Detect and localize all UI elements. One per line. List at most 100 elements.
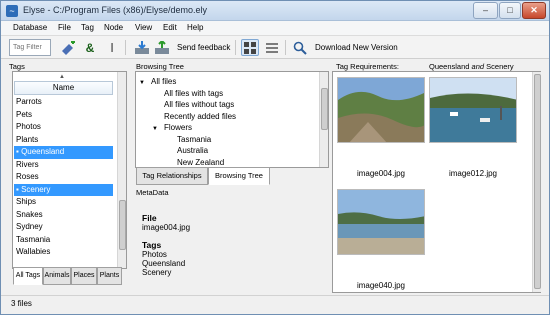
- tag-list-item[interactable]: ▪ Scenery: [14, 183, 113, 196]
- scrollbar-thumb[interactable]: [119, 200, 126, 250]
- file-name[interactable]: image040.jpg: [337, 281, 425, 290]
- menu-help[interactable]: Help: [187, 23, 203, 32]
- menu-database[interactable]: Database: [13, 23, 47, 32]
- tree-node-label: Flowers: [164, 123, 193, 132]
- metadata-title: MetaData: [136, 188, 169, 197]
- tag-label: Wallabies: [16, 247, 51, 256]
- file-thumbnail[interactable]: [337, 77, 425, 143]
- tag-label: Parrots: [16, 97, 42, 106]
- tag-list-item[interactable]: Photos: [14, 121, 113, 134]
- tag-list-item[interactable]: Pets: [14, 109, 113, 122]
- tag-label: Queensland: [21, 147, 65, 156]
- tag-label: Photos: [16, 122, 41, 131]
- file-grid-scrollbar[interactable]: [532, 72, 541, 292]
- tree-tab[interactable]: Tag Relationships: [136, 167, 208, 185]
- tag-requirements-label: Tag Requirements:: [336, 62, 399, 71]
- send-feedback-button[interactable]: Send feedback: [177, 43, 230, 52]
- menu-bar: Database File Tag Node View Edit Help: [1, 21, 549, 36]
- tag-tab[interactable]: Animals: [43, 267, 71, 285]
- metadata-panel: [135, 197, 329, 292]
- tree-node-label: All files: [151, 77, 177, 86]
- sort-up-icon: ▲: [59, 74, 65, 80]
- grid-view-icon[interactable]: [241, 39, 259, 56]
- text-cursor-icon[interactable]: I: [103, 39, 121, 56]
- expand-arrow-icon[interactable]: ▼: [152, 124, 164, 135]
- minimize-button[interactable]: –: [473, 2, 498, 19]
- toolbar: & I Send feedback Download New Version: [1, 36, 549, 59]
- tag-list-item[interactable]: Parrots: [14, 96, 113, 109]
- tag-list-item[interactable]: Rivers: [14, 159, 113, 172]
- menu-file[interactable]: File: [58, 23, 71, 32]
- tree-node-label: Tasmania: [177, 134, 212, 144]
- metadata-tag: Queensland: [142, 259, 186, 268]
- tag-tab[interactable]: Plants: [97, 267, 122, 285]
- file-thumbnail[interactable]: [337, 189, 425, 255]
- tag-label: Roses: [16, 172, 39, 181]
- tag-label: Tasmania: [16, 234, 51, 244]
- toolbar-separator: [235, 40, 236, 55]
- tag-label: Pets: [16, 109, 33, 119]
- tags-panel-title: Tags: [9, 62, 25, 71]
- toolbar-separator: [125, 40, 126, 55]
- close-button[interactable]: ✕: [522, 2, 546, 19]
- tag-tab[interactable]: All Tags: [13, 267, 43, 285]
- maximize-button[interactable]: □: [499, 2, 521, 19]
- ampersand-icon[interactable]: &: [81, 39, 99, 56]
- add-tag-icon[interactable]: [59, 39, 77, 56]
- tree-node-label: All files without tags: [164, 100, 235, 109]
- search-icon[interactable]: [291, 39, 309, 56]
- tag-list-item[interactable]: Ships: [14, 196, 113, 209]
- scrollbar-thumb[interactable]: [534, 74, 541, 289]
- tag-label: Plants: [16, 134, 39, 144]
- name-column-header[interactable]: Name: [14, 81, 113, 95]
- expand-arrow-icon[interactable]: ▼: [139, 78, 151, 89]
- tree-node[interactable]: Australia: [165, 145, 208, 156]
- tag-filter-input[interactable]: [9, 39, 51, 56]
- tag-list-item[interactable]: Plants: [14, 134, 113, 147]
- tree-node[interactable]: Tasmania: [165, 134, 211, 145]
- tag-list-item[interactable]: Roses: [14, 171, 113, 184]
- tree-node[interactable]: Recently added files: [152, 111, 236, 122]
- status-bar: 3 files: [1, 295, 549, 314]
- menu-tag[interactable]: Tag: [81, 23, 94, 32]
- import-tray-icon[interactable]: [133, 39, 151, 56]
- tag-tab[interactable]: Places: [71, 267, 97, 285]
- list-view-icon[interactable]: [263, 39, 281, 56]
- tag-label: Ships: [16, 197, 37, 206]
- scrollbar-thumb[interactable]: [321, 88, 328, 130]
- tree-node-label: Recently added files: [164, 111, 237, 121]
- export-tray-icon[interactable]: [153, 39, 171, 56]
- menu-edit[interactable]: Edit: [163, 23, 177, 32]
- metadata-tag: Photos: [142, 250, 167, 259]
- menu-view[interactable]: View: [135, 23, 152, 32]
- file-name[interactable]: image004.jpg: [337, 169, 425, 178]
- tree-tab[interactable]: Browsing Tree: [208, 167, 270, 185]
- metadata-tags-heading: Tags: [142, 240, 162, 250]
- tree-node[interactable]: New Zealand: [165, 157, 224, 168]
- tag-label: Sydney: [16, 222, 43, 231]
- tag-label: Rivers: [16, 159, 39, 169]
- menu-node[interactable]: Node: [104, 23, 123, 32]
- metadata-tag: Scenery: [142, 268, 172, 277]
- file-name[interactable]: image012.jpg: [429, 169, 517, 178]
- metadata-file-heading: File: [142, 213, 157, 223]
- tree-scrollbar[interactable]: [319, 72, 328, 167]
- browsing-tree-title: Browsing Tree: [136, 62, 184, 71]
- tag-requirements-value: Queensland and Scenery: [429, 62, 514, 71]
- tag-label: Scenery: [21, 184, 51, 194]
- tag-label: Snakes: [16, 209, 43, 219]
- tree-node[interactable]: All files without tags: [152, 99, 234, 110]
- tags-scrollbar[interactable]: [117, 72, 126, 268]
- file-thumbnail[interactable]: [429, 77, 517, 143]
- tree-node[interactable]: All files with tags: [152, 88, 223, 99]
- tag-list-item[interactable]: Sydney: [14, 221, 113, 234]
- title-bar: ~ Elyse - C:/Program Files (x86)/Elyse/d…: [1, 1, 549, 21]
- download-new-version-button[interactable]: Download New Version: [315, 43, 398, 52]
- tag-list-item[interactable]: Tasmania: [14, 234, 113, 247]
- tag-list-item[interactable]: Snakes: [14, 209, 113, 222]
- window-title: Elyse - C:/Program Files (x86)/Elyse/dem…: [23, 5, 208, 15]
- status-text: 3 files: [11, 299, 32, 308]
- toolbar-separator: [285, 40, 286, 55]
- tag-list-item[interactable]: Wallabies: [14, 246, 113, 259]
- tag-list-item[interactable]: ▪ Queensland: [14, 146, 113, 159]
